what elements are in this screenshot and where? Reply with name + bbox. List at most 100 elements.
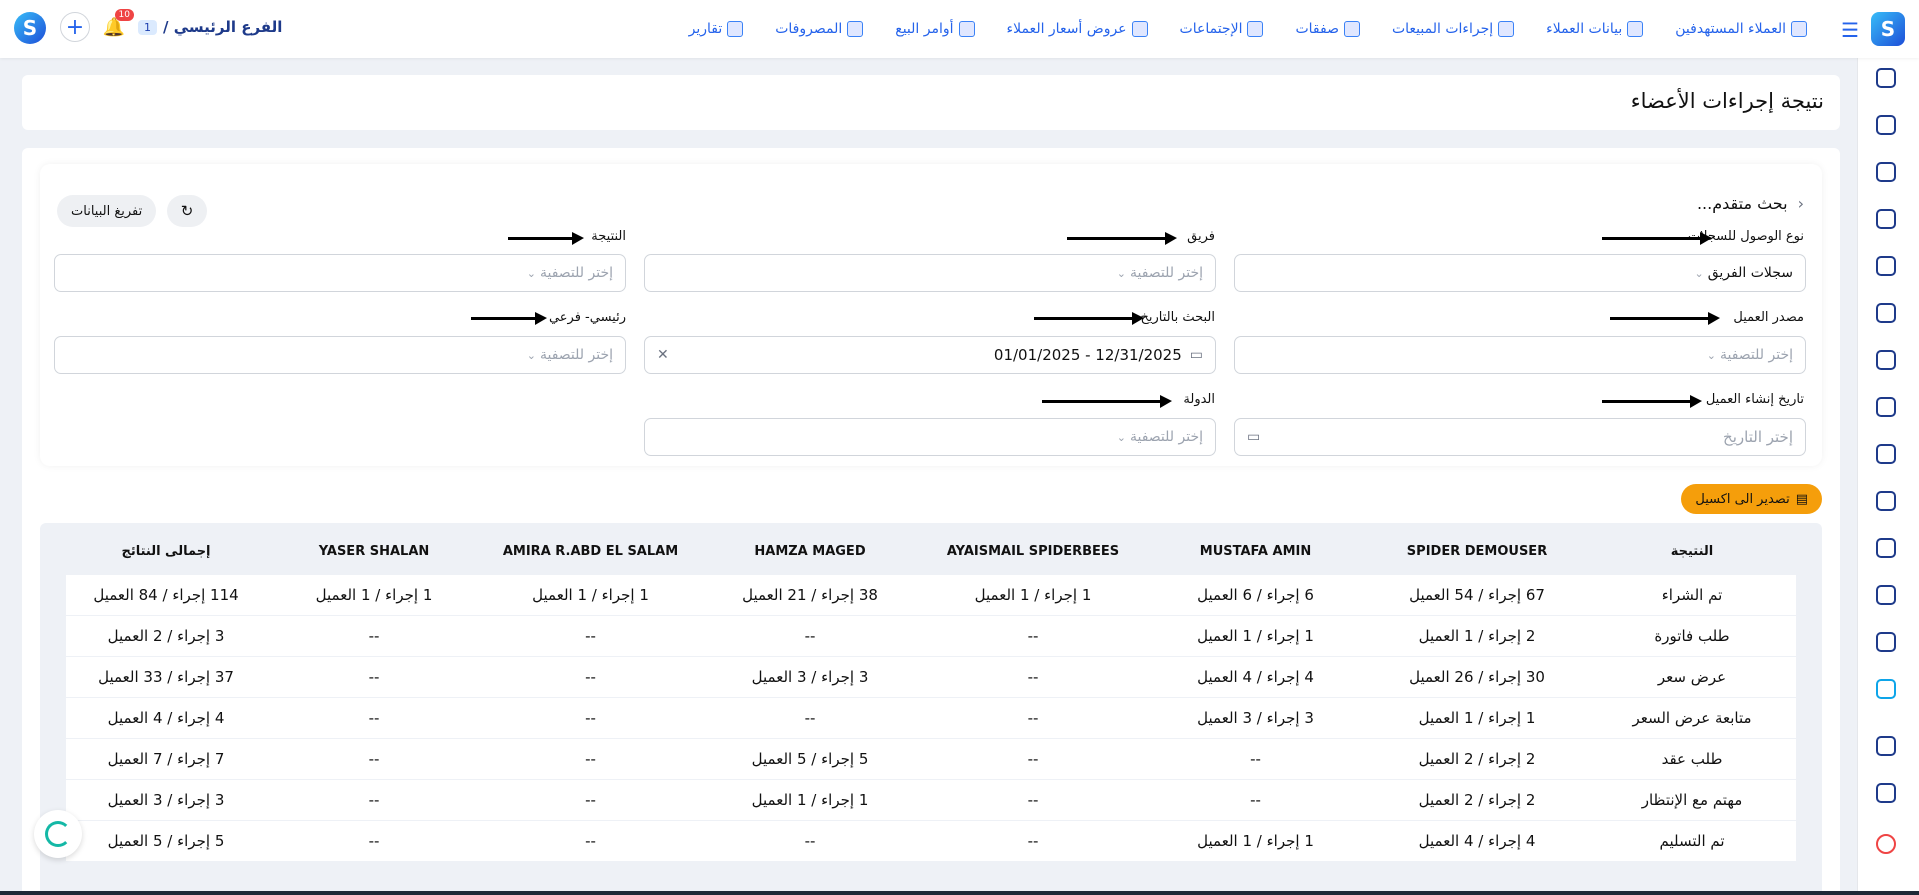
customer-source-select[interactable]: إختر للتصفية ⌄ (1234, 336, 1806, 374)
nav-item-expenses[interactable]: المصروفات (759, 21, 879, 37)
table-cell: -- (585, 709, 596, 727)
nav-item-deals[interactable]: صفقات (1279, 21, 1376, 37)
table-cell: 4 إجراء / 4 العميل (1197, 668, 1314, 686)
clear-date-icon[interactable]: ✕ (657, 347, 669, 363)
nav-item-quotes[interactable]: عروض أسعار العملاء (991, 21, 1164, 37)
add-new-button[interactable]: + (60, 12, 90, 42)
table-cell: -- (585, 791, 596, 809)
table-cell: 3 إجراء / 3 العميل (1197, 709, 1314, 727)
customer-source-placeholder: إختر للتصفية (1719, 347, 1793, 363)
result-name-cell: طلب فاتورة (1654, 627, 1730, 645)
table-header-cell: النتيجة (1670, 543, 1714, 559)
nav-item-customer-data[interactable]: بيانات العملاء (1530, 21, 1659, 37)
sidebar-invoice-icon[interactable] (1876, 350, 1902, 376)
table-cell: 5 إجراء / 5 العميل (107, 832, 225, 850)
top-navbar: S ☰ العملاء المستهدفين بيانات العملاء إج… (0, 0, 1919, 58)
main-sub-select[interactable]: إختر للتصفية ⌄ (54, 336, 626, 374)
sidebar-pen-icon[interactable] (1876, 397, 1902, 423)
customer-created-placeholder: إختر التاريخ (1723, 428, 1793, 446)
refresh-icon[interactable]: ↻ (167, 195, 207, 227)
customer-created-date[interactable]: إختر التاريخ ▭ (1234, 418, 1806, 456)
nav-item-meetings[interactable]: الإجتماعات (1164, 21, 1280, 37)
table-cell: 3 إجراء / 3 العميل (107, 791, 225, 809)
table-cell: -- (1027, 832, 1039, 850)
notification-badge: 10 (114, 8, 134, 21)
table-header-cell: MUSTAFA AMIN (1199, 543, 1312, 559)
result-name-cell: طلب عقد (1661, 750, 1723, 768)
access-type-value: سجلات الفريق (1707, 265, 1793, 281)
header-actions: + 🔔 10 الفرع الرئيسي / 1 (60, 8, 282, 42)
table-cell: 4 إجراء / 4 العميل (107, 709, 225, 727)
table-cell: 2 إجراء / 1 العميل (1418, 627, 1536, 645)
table-header-cell: SPIDER DEMOUSER (1406, 543, 1548, 559)
sidebar-add-doc-icon[interactable] (1876, 585, 1902, 611)
sidebar-power-icon[interactable] (1876, 834, 1902, 860)
app-logo-icon[interactable]: S (1871, 12, 1905, 46)
table-cell: -- (368, 832, 380, 850)
calendar-icon: ▭ (1189, 347, 1203, 363)
nav-item-sales-orders[interactable]: أوامر البيع (879, 21, 990, 37)
sidebar-calendar-icon[interactable] (1876, 68, 1902, 94)
annotation-arrow (471, 312, 547, 325)
hamburger-menu-icon[interactable]: ☰ (1841, 18, 1859, 42)
sidebar-settings-icon[interactable] (1876, 736, 1902, 762)
sidebar-warning-icon[interactable] (1876, 209, 1902, 235)
sidebar-group-icon[interactable] (1876, 115, 1902, 141)
nav-item-label: بيانات العملاء (1546, 21, 1623, 37)
nav-item-label: تقارير (688, 21, 723, 37)
export-excel-button[interactable]: ▤ تصدير الى اكسيل (1681, 484, 1822, 514)
sidebar-report-icon[interactable] (1876, 679, 1902, 705)
sidebar-money-icon[interactable] (1876, 162, 1902, 188)
clear-data-button[interactable]: تفريغ البيانات (57, 195, 157, 227)
table-cell: -- (1027, 750, 1039, 768)
table-cell: -- (804, 832, 816, 850)
result-label: النتيجة (591, 229, 626, 244)
table-cell: 38 إجراء / 21 العميل (742, 586, 878, 604)
table-row: مهتم مع الإنتظار 2 إجراء / 2 العميل -- -- 1 … (66, 780, 1796, 820)
main-sub-label: رئيسي- فرعي (548, 310, 626, 325)
nav-item-sales-actions[interactable]: إجراءات المبيعات (1376, 21, 1530, 37)
result-name-cell: تم التسليم (1659, 832, 1725, 850)
annotation-arrow (508, 232, 584, 245)
sidebar-truck-icon[interactable] (1876, 444, 1902, 470)
table-cell: -- (368, 627, 380, 645)
table-cell: 3 إجراء / 3 العميل (751, 668, 869, 686)
sales-orders-icon (958, 21, 975, 37)
sales-actions-icon (1498, 21, 1515, 37)
sidebar-window-icon[interactable] (1876, 783, 1902, 809)
advanced-search-toggle[interactable]: ‹ بحث متقدم... (1697, 194, 1804, 213)
date-range-value: 01/01/2025 - 12/31/2025 (993, 346, 1182, 364)
table-cell: 30 إجراء / 26 العميل (1409, 668, 1545, 686)
notifications-bell-icon[interactable]: 🔔 10 (102, 8, 134, 38)
sidebar-user-icon[interactable] (1876, 538, 1902, 564)
result-select[interactable]: إختر للتصفية ⌄ (54, 254, 626, 292)
chevron-down-icon: ⌄ (1116, 266, 1126, 280)
sidebar-video-icon[interactable] (1876, 256, 1902, 282)
nav-item-target-customers[interactable]: العملاء المستهدفين (1659, 21, 1823, 37)
branch-selector[interactable]: الفرع الرئيسي / 1 (138, 18, 282, 36)
team-select[interactable]: إختر للتصفية ⌄ (644, 254, 1216, 292)
user-avatar-icon[interactable]: S (14, 12, 46, 44)
sidebar-chart-icon[interactable] (1876, 303, 1902, 329)
country-select[interactable]: إختر للتصفية ⌄ (644, 418, 1216, 456)
chevron-down-icon: ⌄ (1116, 430, 1126, 444)
table-cell: 1 إجراء / 1 العميل (315, 586, 433, 604)
main-menu: العملاء المستهدفين بيانات العملاء إجراءا… (673, 0, 1823, 58)
table-cell: -- (1027, 668, 1039, 686)
table-cell: 5 إجراء / 5 العميل (751, 750, 869, 768)
access-type-select[interactable]: سجلات الفريق ⌄ (1234, 254, 1806, 292)
table-cell: 2 إجراء / 2 العميل (1418, 750, 1536, 768)
calendar-icon: ▭ (1247, 429, 1261, 445)
date-range-picker[interactable]: ▭ 01/01/2025 - 12/31/2025 ✕ (644, 336, 1216, 374)
customer-data-icon (1627, 21, 1644, 37)
chevron-down-icon: ⌄ (526, 266, 536, 280)
table-cell: -- (585, 627, 596, 645)
team-label: فريق (1187, 229, 1215, 244)
nav-item-reports[interactable]: تقارير (673, 21, 760, 37)
sidebar-document-icon[interactable] (1876, 632, 1902, 658)
table-cell: 4 إجراء / 4 العميل (1418, 832, 1536, 850)
page-header: نتيجة إجراءات الأعضاء (22, 75, 1840, 130)
annotation-arrow (1602, 395, 1702, 408)
table-cell: -- (585, 750, 596, 768)
sidebar-box-icon[interactable] (1876, 491, 1902, 517)
